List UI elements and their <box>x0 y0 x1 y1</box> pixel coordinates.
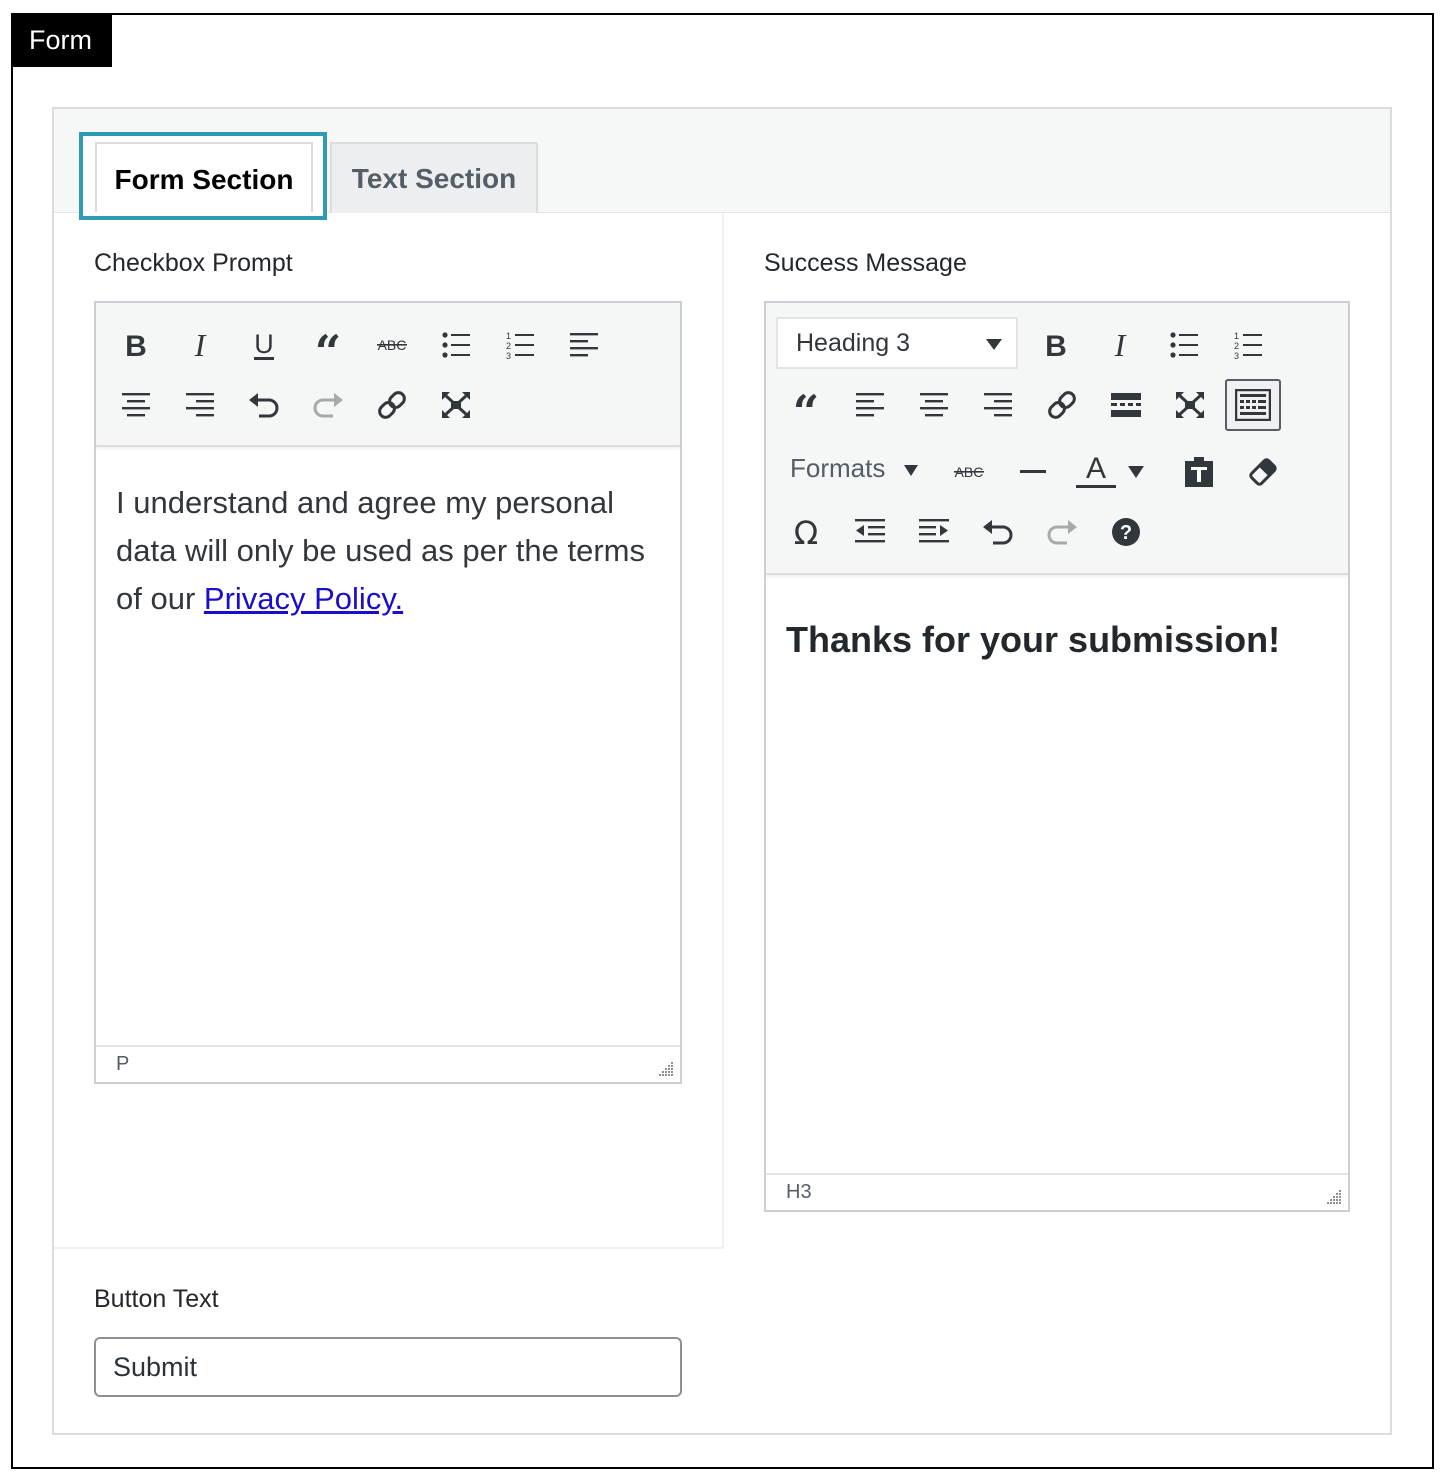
help-icon[interactable]: ? <box>1103 509 1149 555</box>
paste-as-text-icon[interactable] <box>1176 449 1222 495</box>
horizontal-line-icon[interactable] <box>1010 449 1056 495</box>
align-right-icon[interactable] <box>975 382 1021 428</box>
chevron-down-icon <box>1128 466 1144 478</box>
success-message-toolbar: Heading 3 B I 123 “ Formats ABC A Ω ? <box>766 303 1348 575</box>
svg-text:Ω: Ω <box>794 517 818 547</box>
italic-icon[interactable]: I <box>177 322 223 368</box>
blockquote-icon[interactable]: “ <box>783 382 829 428</box>
numbered-list-icon[interactable]: 123 <box>497 322 543 368</box>
svg-text:1: 1 <box>1234 331 1239 341</box>
bullet-list-icon[interactable] <box>433 322 479 368</box>
privacy-policy-link[interactable]: Privacy Policy. <box>204 581 403 616</box>
chevron-down-icon <box>904 465 918 476</box>
text-color-icon[interactable]: A <box>1074 449 1120 495</box>
toolbar-toggle-icon[interactable] <box>1225 379 1281 431</box>
element-path[interactable]: H3 <box>786 1181 812 1203</box>
align-center-icon[interactable] <box>911 382 957 428</box>
checkbox-prompt-editor: B I U “ ABC 123 I understand and agree m… <box>94 301 682 1084</box>
clear-formatting-icon[interactable] <box>1240 449 1286 495</box>
checkbox-prompt-statusbar: P <box>96 1045 680 1082</box>
svg-text:A: A <box>1086 452 1106 485</box>
formats-menu[interactable]: Formats <box>776 445 926 491</box>
align-left-icon[interactable] <box>561 322 607 368</box>
align-center-icon[interactable] <box>113 382 159 428</box>
tab-text-section[interactable]: Text Section <box>330 142 538 213</box>
row-divider <box>54 1247 724 1249</box>
success-heading: Thanks for your submission! <box>786 619 1281 660</box>
svg-text:“: “ <box>793 390 819 420</box>
checkbox-prompt-label: Checkbox Prompt <box>94 249 293 277</box>
italic-icon[interactable]: I <box>1097 322 1143 368</box>
block-format-select[interactable]: Heading 3 <box>776 317 1018 369</box>
svg-text:B: B <box>1045 330 1067 360</box>
formats-label: Formats <box>790 453 886 483</box>
svg-text:I: I <box>1114 330 1127 360</box>
underline-icon[interactable]: U <box>241 322 287 368</box>
column-divider <box>722 213 724 1248</box>
chevron-down-icon <box>986 339 1002 350</box>
block-format-value: Heading 3 <box>796 329 910 357</box>
redo-icon[interactable] <box>305 382 351 428</box>
read-more-icon[interactable] <box>1103 382 1149 428</box>
success-message-statusbar: H3 <box>766 1173 1348 1210</box>
button-text-input[interactable]: Submit <box>94 1337 682 1397</box>
checkbox-prompt-content[interactable]: I understand and agree my personal data … <box>116 479 660 623</box>
fullscreen-icon[interactable] <box>433 382 479 428</box>
resize-handle-icon[interactable] <box>1324 1187 1342 1205</box>
outdent-icon[interactable] <box>847 509 893 555</box>
strikethrough-icon[interactable]: ABC <box>946 449 992 495</box>
svg-text:I: I <box>194 330 207 360</box>
bold-icon[interactable]: B <box>1033 322 1079 368</box>
button-text-label: Button Text <box>94 1285 219 1313</box>
blockquote-icon[interactable]: “ <box>305 322 351 368</box>
tab-form-section-label[interactable]: Form Section <box>95 142 313 212</box>
success-message-label: Success Message <box>764 249 967 277</box>
bullet-list-icon[interactable] <box>1161 322 1207 368</box>
bold-icon[interactable]: B <box>113 322 159 368</box>
align-right-icon[interactable] <box>177 382 223 428</box>
strikethrough-icon[interactable]: ABC <box>369 322 415 368</box>
link-icon[interactable] <box>1039 382 1085 428</box>
frame-title: Form <box>11 13 112 67</box>
success-message-editor: Heading 3 B I 123 “ Formats ABC A Ω ? Th… <box>764 301 1350 1212</box>
svg-text:3: 3 <box>506 351 511 360</box>
svg-text:3: 3 <box>1234 351 1239 360</box>
undo-icon[interactable] <box>241 382 287 428</box>
svg-text:B: B <box>125 330 147 360</box>
success-message-content[interactable]: Thanks for your submission! <box>786 615 1328 665</box>
link-icon[interactable] <box>369 382 415 428</box>
redo-icon[interactable] <box>1039 509 1085 555</box>
element-path[interactable]: P <box>116 1053 129 1075</box>
svg-text:?: ? <box>1120 522 1132 544</box>
checkbox-prompt-toolbar: B I U “ ABC 123 <box>96 303 680 447</box>
svg-text:U: U <box>254 329 274 359</box>
tab-form-section[interactable]: Form Section <box>79 132 327 220</box>
resize-handle-icon[interactable] <box>656 1059 674 1077</box>
indent-icon[interactable] <box>911 509 957 555</box>
text-color-dropdown[interactable] <box>1121 449 1151 495</box>
align-left-icon[interactable] <box>847 382 893 428</box>
numbered-list-icon[interactable]: 123 <box>1225 322 1271 368</box>
svg-text:1: 1 <box>506 331 511 341</box>
special-character-icon[interactable]: Ω <box>783 509 829 555</box>
fullscreen-icon[interactable] <box>1167 382 1213 428</box>
svg-text:“: “ <box>315 330 341 360</box>
svg-text:2: 2 <box>506 341 511 351</box>
undo-icon[interactable] <box>975 509 1021 555</box>
svg-text:2: 2 <box>1234 341 1239 351</box>
